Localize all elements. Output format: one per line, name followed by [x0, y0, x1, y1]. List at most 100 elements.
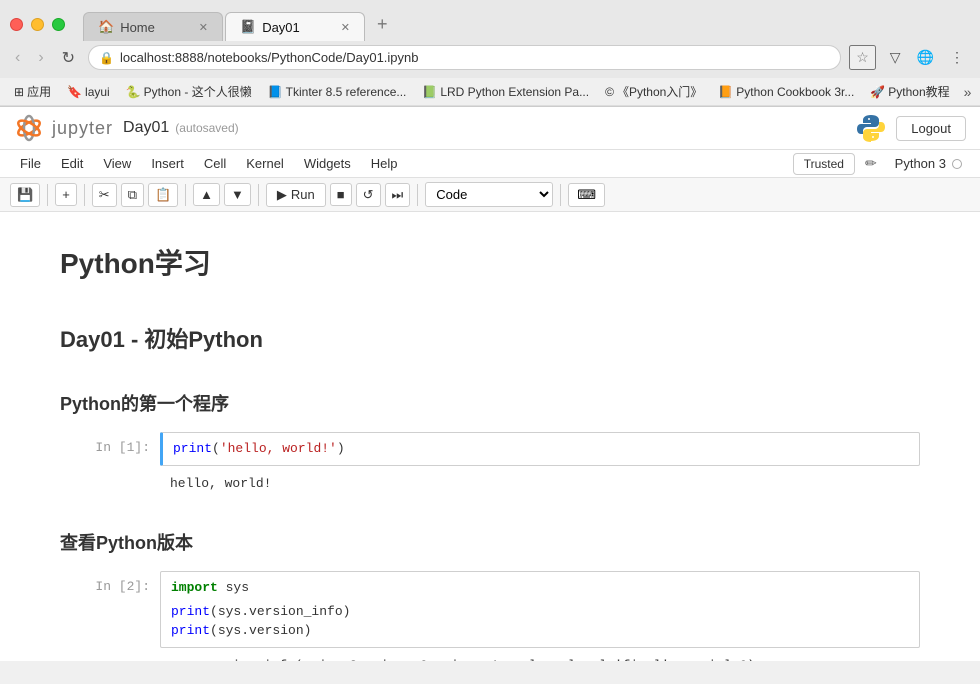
- back-button[interactable]: ‹: [10, 47, 25, 69]
- home-tab-label: Home: [120, 20, 155, 35]
- cell2-print1-rest: (sys.version_info): [210, 604, 350, 619]
- browser-window: 🏠 Home ✕ 📓 Day01 ✕ + ‹ › ↻ 🔒 localhost:8…: [0, 0, 980, 661]
- bookmark-python-lazy[interactable]: 🐍 Python - 这个人很懒: [122, 82, 256, 101]
- toolbar-sep4: [258, 184, 259, 206]
- kernel-info: Python 3: [887, 156, 970, 171]
- menu-file[interactable]: File: [10, 150, 51, 177]
- run-label: Run: [291, 187, 315, 202]
- day01-tab-icon: 📓: [240, 19, 256, 35]
- traffic-lights: [10, 18, 65, 31]
- run-button[interactable]: ▶ Run: [266, 183, 326, 207]
- jupyter-header: jupyter Day01 (autosaved) Logout: [0, 107, 980, 150]
- tkinter-icon: 📘: [268, 85, 283, 99]
- extension-button[interactable]: ▽: [884, 47, 907, 68]
- bookmark-apps[interactable]: ⊞ 应用: [10, 82, 55, 101]
- day01-tab-close[interactable]: ✕: [341, 21, 350, 34]
- edit-pencil-button[interactable]: ✏: [859, 152, 883, 175]
- bookmark-tkinter[interactable]: 📘 Tkinter 8.5 reference...: [264, 84, 411, 100]
- tab-day01[interactable]: 📓 Day01 ✕: [225, 12, 365, 41]
- notebook-heading2: Day01 - 初始Python: [60, 322, 920, 354]
- python-logo-icon: [856, 113, 886, 143]
- cell-type-select[interactable]: Code Markdown Raw NBConvert Heading: [425, 182, 553, 207]
- cell2-print2-rest: (sys.version): [210, 623, 311, 638]
- menu-view[interactable]: View: [93, 150, 141, 177]
- cell1-fn: print: [173, 441, 212, 456]
- menu-widgets[interactable]: Widgets: [294, 150, 361, 177]
- toolbar-sep1: [47, 184, 48, 206]
- autosaved-indicator: (autosaved): [175, 121, 238, 135]
- notebook-content: Python学习 Day01 - 初始Python Python的第一个程序 I…: [0, 212, 980, 661]
- heading1-section: Python学习: [60, 232, 920, 304]
- jupyter-logo: jupyter: [14, 113, 113, 143]
- cell1-close-paren: ): [337, 441, 345, 456]
- bookmark-layui[interactable]: 🔖 layui: [63, 84, 114, 100]
- day01-tab-label: Day01: [262, 20, 300, 35]
- cell2-input[interactable]: import sys print(sys.version_info) print…: [160, 571, 920, 648]
- home-tab-icon: 🏠: [98, 19, 114, 35]
- layui-label: layui: [85, 85, 110, 99]
- menu-button[interactable]: ⋮: [944, 47, 970, 68]
- apps-icon: ⊞: [14, 85, 24, 99]
- bookmark-python-tutorial[interactable]: 🚀 Python教程: [866, 82, 953, 101]
- move-up-button[interactable]: ▲: [193, 183, 220, 206]
- section1-heading: Python的第一个程序: [60, 372, 920, 432]
- menu-insert[interactable]: Insert: [141, 150, 194, 177]
- menu-edit[interactable]: Edit: [51, 150, 93, 177]
- jupyter-logo-icon: [14, 113, 44, 143]
- cell-2: In [2]: import sys print(sys.version_inf…: [60, 571, 920, 648]
- menu-kernel[interactable]: Kernel: [236, 150, 294, 177]
- bookmark-cookbook[interactable]: 📙 Python Cookbook 3r...: [714, 84, 858, 100]
- cell2-print2-fn: print: [171, 623, 210, 638]
- copy-button[interactable]: ⧉: [121, 183, 144, 207]
- address-bar[interactable]: 🔒 localhost:8888/notebooks/PythonCode/Da…: [88, 45, 841, 70]
- keyboard-shortcuts-button[interactable]: ⌨: [568, 183, 605, 207]
- refresh-button[interactable]: ↻: [57, 46, 80, 70]
- paste-button[interactable]: 📋: [148, 183, 178, 207]
- browser-chrome: 🏠 Home ✕ 📓 Day01 ✕ + ‹ › ↻ 🔒 localhost:8…: [0, 0, 980, 107]
- bookmark-button[interactable]: ☆: [849, 45, 876, 70]
- add-cell-button[interactable]: +: [55, 183, 77, 206]
- restart-run-button[interactable]: ⏭: [385, 183, 411, 207]
- cell2-sys: sys: [218, 580, 249, 595]
- section2-title: 查看Python版本: [60, 529, 920, 555]
- notebook-title[interactable]: Day01: [123, 119, 169, 137]
- new-tab-button[interactable]: +: [367, 8, 398, 41]
- logout-button[interactable]: Logout: [896, 116, 966, 141]
- cell1-input[interactable]: print('hello, world!'): [160, 432, 920, 466]
- cell2-output-line1: sys.version_info(major=3, minor=6, micro…: [170, 656, 910, 662]
- bookmark-python-intro[interactable]: © 《Python入门》: [601, 82, 706, 101]
- restart-button[interactable]: ↺: [356, 183, 381, 207]
- python-lazy-label: Python - 这个人很懒: [144, 83, 252, 100]
- close-button[interactable]: [10, 18, 23, 31]
- minimize-button[interactable]: [31, 18, 44, 31]
- maximize-button[interactable]: [52, 18, 65, 31]
- stop-button[interactable]: ■: [330, 183, 352, 206]
- cell2-line3: print(sys.version): [171, 621, 909, 641]
- tkinter-label: Tkinter 8.5 reference...: [286, 85, 407, 99]
- cut-button[interactable]: ✂: [92, 183, 117, 207]
- bookmarks-more-button[interactable]: »: [964, 84, 972, 100]
- cell2-output-row: sys.version_info(major=3, minor=6, micro…: [60, 652, 920, 662]
- jupyter-header-right: Logout: [856, 113, 966, 143]
- cell1-prompt: In [1]:: [60, 432, 160, 466]
- jupyter-menubar: File Edit View Insert Cell Kernel Widget…: [0, 150, 980, 178]
- menu-cell[interactable]: Cell: [194, 150, 236, 177]
- lrd-label: LRD Python Extension Pa...: [440, 85, 589, 99]
- move-down-button[interactable]: ▼: [224, 183, 251, 206]
- menu-help[interactable]: Help: [361, 150, 408, 177]
- cell2-output: sys.version_info(major=3, minor=6, micro…: [160, 652, 920, 662]
- python-intro-icon: ©: [605, 85, 614, 99]
- cookbook-label: Python Cookbook 3r...: [736, 85, 854, 99]
- forward-button[interactable]: ›: [33, 47, 48, 69]
- save-button[interactable]: 💾: [10, 183, 40, 207]
- toolbar-sep6: [560, 184, 561, 206]
- bookmarks-bar: ⊞ 应用 🔖 layui 🐍 Python - 这个人很懒 📘 Tkinter …: [0, 78, 980, 106]
- home-tab-close[interactable]: ✕: [199, 21, 208, 34]
- tab-home[interactable]: 🏠 Home ✕: [83, 12, 223, 41]
- bookmark-lrd[interactable]: 📗 LRD Python Extension Pa...: [418, 84, 593, 100]
- kernel-name: Python 3: [895, 156, 946, 171]
- globe-button[interactable]: 🌐: [911, 47, 940, 68]
- jupyter-app: jupyter Day01 (autosaved) Logout File Ed…: [0, 107, 980, 661]
- trusted-button[interactable]: Trusted: [793, 153, 855, 175]
- lrd-icon: 📗: [422, 85, 437, 99]
